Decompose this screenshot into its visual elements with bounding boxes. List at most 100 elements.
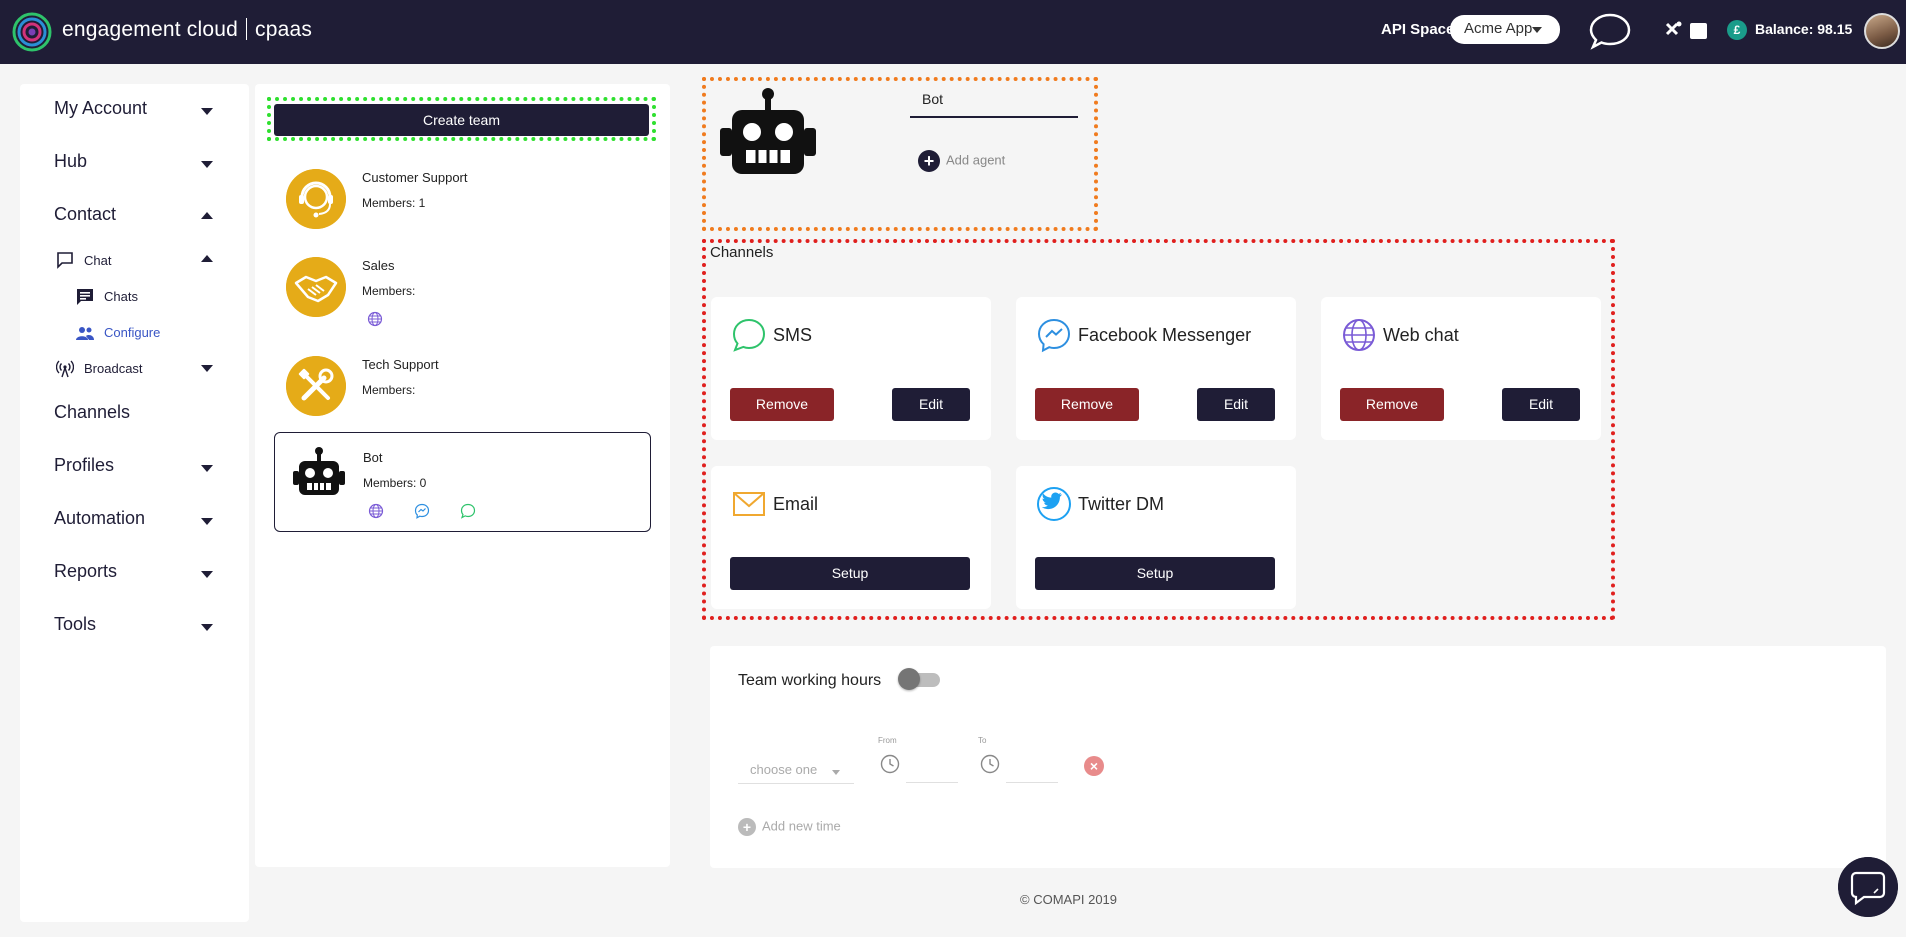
globe-icon (1343, 319, 1375, 351)
channel-card-twitter-dm: Twitter DM Setup (1016, 466, 1296, 609)
currency-icon: £ (1727, 20, 1747, 40)
team-item-selected[interactable]: Bot Members: 0 (274, 432, 651, 532)
plus-icon: + (918, 150, 940, 172)
chevron-down-icon[interactable] (201, 161, 213, 168)
team-item[interactable]: Tech Support Members: (274, 340, 651, 440)
team-members: Members: (362, 284, 416, 298)
team-item[interactable]: Sales Members: (274, 241, 651, 341)
working-hours-panel: Team working hours choose one From To × … (710, 646, 1886, 868)
from-time-input[interactable] (906, 782, 958, 783)
channel-name: SMS (773, 325, 813, 345)
api-space-select[interactable]: Acme App (1450, 15, 1560, 44)
team-members: Members: 0 (363, 476, 427, 490)
setup-button[interactable]: Setup (730, 557, 970, 590)
edit-button[interactable]: Edit (1502, 388, 1580, 421)
team-item[interactable]: Customer Support Members: 1 (274, 153, 651, 253)
chevron-down-icon[interactable] (201, 571, 213, 578)
messenger-icon (1037, 318, 1071, 353)
brand-product-text: cpaas (255, 18, 313, 41)
brand-logo-icon[interactable] (12, 12, 52, 52)
brand-name[interactable]: engagement cloud cpaas (62, 18, 312, 42)
add-agent-label: Add agent (946, 152, 1006, 168)
balance-text: Balance: 98.15 (1755, 21, 1853, 37)
chevron-down-icon[interactable] (201, 465, 213, 472)
api-space-value: Acme App (1464, 20, 1533, 37)
nav-hub[interactable]: Hub (54, 151, 87, 172)
chevron-up-icon[interactable] (201, 255, 213, 262)
footer-copyright: © COMAPI 2019 (1020, 892, 1118, 907)
add-new-time-button[interactable]: + Add new time (738, 818, 841, 836)
globe-icon (368, 503, 384, 519)
nav-configure[interactable]: Configure (104, 325, 160, 340)
team-name: Bot (363, 450, 383, 465)
chevron-down-icon (1532, 27, 1542, 33)
team-name: Customer Support (362, 170, 468, 185)
chevron-down-icon[interactable] (201, 624, 213, 631)
api-space-label: API Space: (1381, 21, 1460, 38)
chevron-down-icon[interactable] (201, 518, 213, 525)
channel-card-sms: SMS Remove Edit (711, 297, 991, 440)
nav-contact[interactable]: Contact (54, 204, 116, 225)
headset-agent-icon (286, 169, 346, 229)
team-list-panel: Create team Customer Support Members: 1 … (255, 84, 670, 867)
channel-name: Facebook Messenger (1078, 325, 1252, 345)
clock-icon[interactable] (880, 754, 900, 774)
add-agent-button[interactable]: + Add agent (918, 150, 1005, 172)
twitter-icon (1037, 487, 1071, 521)
chevron-down-icon[interactable] (201, 365, 213, 372)
to-time-input[interactable] (1006, 782, 1058, 783)
support-chat-icon[interactable] (1838, 857, 1898, 917)
nav-my-account[interactable]: My Account (54, 98, 147, 119)
nav-automation[interactable]: Automation (54, 508, 145, 529)
team-members: Members: 1 (362, 196, 426, 210)
setup-button[interactable]: Setup (1035, 557, 1275, 590)
people-icon (76, 327, 94, 340)
nav-chat[interactable]: Chat (84, 253, 111, 268)
sidebar: My Account Hub Contact Chat Chats Config… (20, 84, 249, 922)
edit-button[interactable]: Edit (892, 388, 970, 421)
clock-icon[interactable] (980, 754, 1000, 774)
channel-name: Web chat (1383, 325, 1459, 345)
chevron-down-icon[interactable] (201, 108, 213, 115)
robot-icon (293, 447, 345, 495)
edit-button[interactable]: Edit (1197, 388, 1275, 421)
envelope-icon (733, 492, 765, 516)
day-select-placeholder: choose one (750, 762, 818, 777)
channel-name: Email (773, 494, 819, 514)
nav-profiles[interactable]: Profiles (54, 455, 114, 476)
handshake-icon (286, 257, 346, 317)
top-bar: engagement cloud cpaas API Space: Acme Ap… (0, 0, 1906, 64)
toggle-knob (898, 668, 920, 690)
clear-time-icon[interactable]: × (1084, 756, 1104, 776)
user-avatar[interactable] (1864, 13, 1900, 49)
nav-chats[interactable]: Chats (104, 289, 138, 304)
messenger-icon (414, 503, 430, 519)
brand-separator (246, 18, 247, 40)
working-hours-title: Team working hours (738, 672, 882, 689)
plus-icon: + (738, 818, 756, 836)
chats-icon (77, 289, 93, 305)
chat-bubble-icon[interactable] (1588, 12, 1632, 50)
broadcast-icon (56, 360, 74, 378)
remove-button[interactable]: Remove (730, 388, 834, 421)
working-hours-toggle[interactable] (898, 668, 942, 690)
channel-card-web-chat: Web chat Remove Edit (1321, 297, 1601, 440)
team-members: Members: (362, 383, 416, 397)
channel-name: Twitter DM (1078, 494, 1165, 514)
create-team-button[interactable]: Create team (274, 104, 649, 136)
to-label: To (978, 736, 987, 745)
remove-button[interactable]: Remove (1035, 388, 1139, 421)
globe-icon (367, 311, 383, 327)
team-name: Sales (362, 258, 395, 273)
channel-card-email: Email Setup (711, 466, 991, 609)
day-select[interactable]: choose one (738, 756, 854, 784)
remove-button[interactable]: Remove (1340, 388, 1444, 421)
gamepad-icon[interactable] (1663, 20, 1709, 42)
nav-broadcast[interactable]: Broadcast (84, 361, 143, 376)
nav-channels[interactable]: Channels (54, 402, 130, 423)
nav-reports[interactable]: Reports (54, 561, 117, 582)
chevron-down-icon (832, 770, 840, 775)
nav-tools[interactable]: Tools (54, 614, 96, 635)
bot-name-input[interactable]: Bot (910, 88, 1078, 118)
chevron-up-icon[interactable] (201, 212, 213, 219)
